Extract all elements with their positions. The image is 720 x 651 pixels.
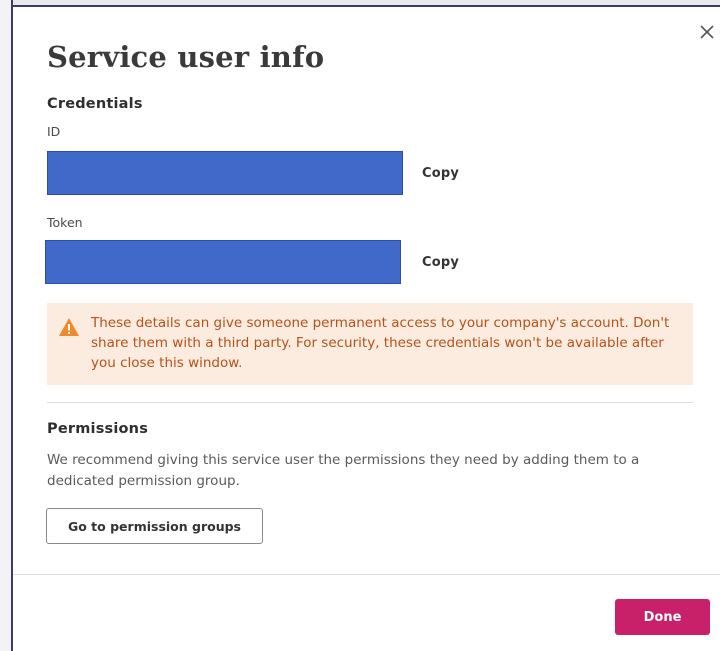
footer-divider — [13, 574, 720, 575]
token-label: Token — [47, 215, 83, 230]
permissions-heading: Permissions — [47, 421, 149, 437]
section-divider — [47, 402, 693, 403]
go-to-permission-groups-button[interactable]: Go to permission groups — [46, 508, 263, 544]
warning-message: These details can give someone permanent… — [91, 315, 670, 371]
close-icon — [700, 25, 714, 39]
security-warning-banner: These details can give someone permanent… — [47, 303, 693, 385]
credentials-heading: Credentials — [47, 96, 143, 112]
warning-triangle-icon — [59, 318, 79, 336]
token-field[interactable] — [45, 240, 401, 284]
id-field[interactable] — [47, 151, 403, 195]
done-button[interactable]: Done — [615, 599, 710, 635]
service-user-info-dialog: Service user info Credentials ID Copy To… — [13, 7, 720, 651]
copy-token-button[interactable]: Copy — [422, 255, 459, 270]
id-label: ID — [47, 124, 61, 139]
permissions-description: We recommend giving this service user th… — [47, 452, 640, 489]
copy-id-button[interactable]: Copy — [422, 166, 459, 181]
dialog-title: Service user info — [47, 40, 325, 74]
close-button[interactable] — [696, 21, 718, 43]
